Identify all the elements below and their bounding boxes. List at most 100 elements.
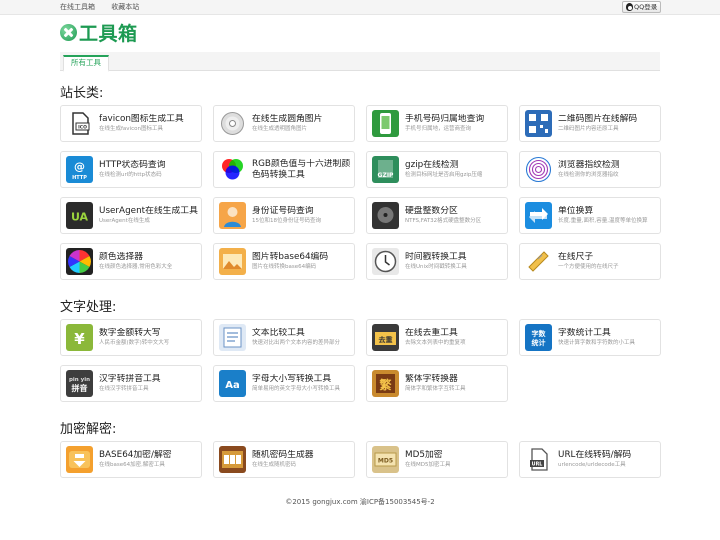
tool-name: 在线尺子 <box>558 252 594 263</box>
tool-description: 在线生成favicon图标工具 <box>99 126 163 133</box>
tool-card[interactable]: 手机号码归属地查询 手机号归属地，运营商查询 <box>366 105 508 142</box>
tool-description: 在线生成透明圆角图片 <box>252 126 308 133</box>
tool-name: 手机号码归属地查询 <box>405 114 485 125</box>
tool-name: 颜色选择器 <box>99 252 143 263</box>
tool-description: NTFS,FAT32格式硬盘整数分区 <box>405 218 482 225</box>
tool-card[interactable]: 去重 在线去重工具 去除文本列表中的重复项 <box>366 319 508 356</box>
tool-description: urlencode/urldecode工具 <box>558 462 626 469</box>
text-compare-icon <box>219 324 246 351</box>
tool-card[interactable]: 颜色选择器 在线颜色选择器,常用色彩大全 <box>60 243 202 280</box>
qq-login-button[interactable]: QQ登录 <box>622 1 662 13</box>
rgb-circles-icon <box>219 156 246 183</box>
tools-logo-icon <box>60 23 77 41</box>
tool-text: RGB颜色值与十六进制颜色码转换工具 <box>252 159 354 179</box>
tool-description: 手机号归属地，运营商查询 <box>405 126 472 133</box>
tool-card[interactable]: ¥ 数字金额转大写 人民币金额(数字)转中文大写 <box>60 319 202 356</box>
tool-card[interactable]: 身份证号码查询 15位和18位身份证号码查询 <box>213 197 355 234</box>
id-card-icon <box>219 202 246 229</box>
tool-description: 简体字和繁体字互转工具 <box>405 386 466 393</box>
tool-card[interactable]: 在线生成圆角图片 在线生成透明圆角图片 <box>213 105 355 142</box>
tool-text: 随机密码生成器 在线生成随机密码 <box>252 450 314 468</box>
svg-text:Aa: Aa <box>225 380 240 391</box>
section-title-text: 文字处理: <box>60 300 117 315</box>
word-count-icon: 字数 统计 <box>525 324 552 351</box>
tool-description: 长度,重量,面积,容量,温度等单位换算 <box>558 218 648 225</box>
tool-description: 在线MD5加密工具 <box>405 462 451 469</box>
svg-text:UA: UA <box>71 211 89 224</box>
section-title-webmaster: 站长类: <box>60 86 104 101</box>
tool-name: 单位换算 <box>558 206 594 217</box>
tool-card[interactable]: 字数 统计 字数统计工具 快速计算字数和字符数的小工具 <box>519 319 661 356</box>
top-link-home[interactable]: 在线工具箱 <box>60 3 95 11</box>
tool-card[interactable]: RGB颜色值与十六进制颜色码转换工具 <box>213 151 355 188</box>
top-link-bookmark[interactable]: 收藏本站 <box>111 3 139 11</box>
tool-card[interactable]: UA UserAgent在线生成工具 UserAgent在线生成 <box>60 197 202 234</box>
tool-text: 字数统计工具 快速计算字数和字符数的小工具 <box>558 328 635 346</box>
pinyin-icon: pin yin 拼音 <box>66 370 93 397</box>
cd-disc-icon <box>219 110 246 137</box>
tool-card[interactable]: BASE64加密/解密 在线base64加密,解密工具 <box>60 441 202 478</box>
tool-text: 二维码图片在线解码 二维码图片内容还原工具 <box>558 114 637 132</box>
tool-card[interactable]: 图片转base64编码 图片在线转换base64编码 <box>213 243 355 280</box>
tab-all-tools[interactable]: 所有工具 <box>63 55 109 72</box>
tool-card[interactable]: 二维码图片在线解码 二维码图片内容还原工具 <box>519 105 661 142</box>
tool-card[interactable]: 随机密码生成器 在线生成随机密码 <box>213 441 355 478</box>
tool-name: 在线去重工具 <box>405 328 458 339</box>
tool-name: favicon图标生成工具 <box>99 114 184 125</box>
tool-text: BASE64加密/解密 在线base64加密,解密工具 <box>99 450 172 468</box>
tool-name: 数字金额转大写 <box>99 328 161 339</box>
logo-text: 工具箱 <box>79 22 138 45</box>
tool-description: 在线生成随机密码 <box>252 462 297 469</box>
tool-card[interactable]: 在线尺子 一个方便使用的在线尺子 <box>519 243 661 280</box>
svg-text:字数: 字数 <box>532 329 547 338</box>
tool-description: 在线Unix时间戳转换工具 <box>405 264 467 271</box>
tool-card[interactable]: GZIP gzip在线检测 检测目标网址是否启用gzip压缩 <box>366 151 508 188</box>
tool-card[interactable]: 浏览器指纹检测 在线检测你的浏览器指纹 <box>519 151 661 188</box>
ruler-icon <box>525 248 552 275</box>
tool-card[interactable]: 繁 繁体字转换器 简体字和繁体字互转工具 <box>366 365 508 402</box>
tool-card[interactable]: pin yin 拼音 汉字转拼音工具 在线汉字转拼音工具 <box>60 365 202 402</box>
tool-card[interactable]: @ HTTP HTTP状态码查询 在线检测url的http状态码 <box>60 151 202 188</box>
tool-text: 手机号码归属地查询 手机号归属地，运营商查询 <box>405 114 484 132</box>
tool-name: 繁体字转换器 <box>405 374 458 385</box>
svg-text:HTTP: HTTP <box>72 175 87 181</box>
tool-text: gzip在线检测 检测目标网址是否启用gzip压缩 <box>405 160 482 178</box>
svg-text:URL: URL <box>532 462 543 468</box>
section-title-crypto: 加密解密: <box>60 422 117 437</box>
fingerprint-icon <box>525 156 552 183</box>
tool-description: 一个方便使用的在线尺子 <box>558 264 619 271</box>
site-logo[interactable]: 工具箱 <box>60 20 138 45</box>
traditional-char-icon: 繁 <box>372 370 399 397</box>
tool-card[interactable]: Aa 字母大小写转换工具 简单易用的英文字母大小写转换工具 <box>213 365 355 402</box>
tool-description: 在线检测你的浏览器指纹 <box>558 172 619 179</box>
tool-card[interactable]: 硬盘整数分区 NTFS,FAT32格式硬盘整数分区 <box>366 197 508 234</box>
svg-text:去重: 去重 <box>379 335 393 344</box>
footer-copyright: ©2015 gongjux.com 渝ICP备15003545号-2 <box>285 498 435 506</box>
tool-text: URL在线转码/解码 urlencode/urldecode工具 <box>558 450 631 468</box>
tool-card[interactable]: 文本比较工具 快速对比出两个文本内容的差异部分 <box>213 319 355 356</box>
tool-name: 硬盘整数分区 <box>405 206 458 217</box>
tool-text: 图片转base64编码 图片在线转换base64编码 <box>252 252 328 270</box>
svg-text:统计: 统计 <box>532 338 546 347</box>
clock-icon <box>372 248 399 275</box>
tool-name: 图片转base64编码 <box>252 252 329 263</box>
tool-description: 快速计算字数和字符数的小工具 <box>558 340 636 347</box>
tool-card[interactable]: 时间戳转换工具 在线Unix时间戳转换工具 <box>366 243 508 280</box>
tool-name: HTTP状态码查询 <box>99 160 166 171</box>
tool-name: 文本比较工具 <box>252 328 305 339</box>
tool-card[interactable]: 单位换算 长度,重量,面积,容量,温度等单位换算 <box>519 197 661 234</box>
convert-arrows-icon <box>525 202 552 229</box>
slot-machine-icon <box>219 446 246 473</box>
tool-card[interactable]: MD5 MD5加密 在线MD5加密工具 <box>366 441 508 478</box>
tool-card[interactable]: URL URL在线转码/解码 urlencode/urldecode工具 <box>519 441 661 478</box>
svg-text:繁: 繁 <box>379 377 392 392</box>
tool-card[interactable]: ICO favicon图标生成工具 在线生成favicon图标工具 <box>60 105 202 142</box>
tool-text: 在线去重工具 去除文本列表中的重复项 <box>405 328 466 346</box>
tool-text: 时间戳转换工具 在线Unix时间戳转换工具 <box>405 252 467 270</box>
tool-name: URL在线转码/解码 <box>558 450 632 461</box>
tool-text: 数字金额转大写 人民币金额(数字)转中文大写 <box>99 328 169 346</box>
letter-case-icon: Aa <box>219 370 246 397</box>
tool-description: 快速对比出两个文本内容的差异部分 <box>252 340 341 347</box>
tool-name: RGB颜色值与十六进制颜色码转换工具 <box>252 159 351 180</box>
webmaster-tools-grid: ICO favicon图标生成工具 在线生成favicon图标工具 在线生成圆角图片在… <box>60 105 661 280</box>
